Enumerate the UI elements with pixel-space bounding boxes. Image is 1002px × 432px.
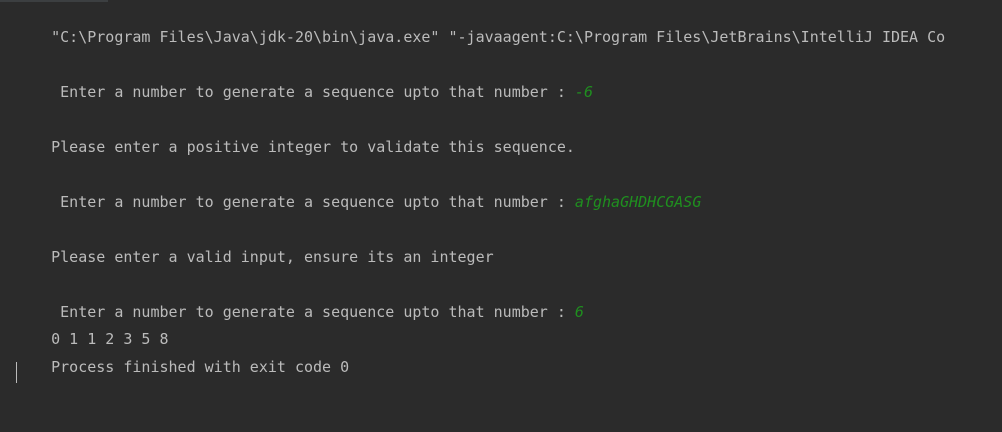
prompt-line-1: Enter a number to generate a sequence up… <box>15 62 593 101</box>
error-message-2: Please enter a valid input, ensure its a… <box>15 227 494 266</box>
error-message-text-1: Please enter a positive integer to valid… <box>51 138 575 156</box>
error-message-text-2: Please enter a valid input, ensure its a… <box>51 248 494 266</box>
prompt-text-1: Enter a number to generate a sequence up… <box>51 83 575 101</box>
command-line-text: "C:\Program Files\Java\jdk-20\bin\java.e… <box>51 28 946 46</box>
exit-message-text: Process finished with exit code 0 <box>51 358 350 376</box>
text-caret[interactable] <box>16 362 17 383</box>
run-console[interactable]: "C:\Program Files\Java\jdk-20\bin\java.e… <box>0 0 1002 432</box>
user-input-2: afghaGHDHCGASG <box>574 193 702 211</box>
prompt-line-3: Enter a number to generate a sequence up… <box>15 282 584 321</box>
exit-message: Process finished with exit code 0 <box>15 337 349 376</box>
command-line: "C:\Program Files\Java\jdk-20\bin\java.e… <box>15 7 945 46</box>
user-input-1: -6 <box>574 83 593 101</box>
sequence-output: 0 1 1 2 3 5 8 <box>15 309 168 348</box>
prompt-line-2: Enter a number to generate a sequence up… <box>15 172 701 211</box>
prompt-text-2: Enter a number to generate a sequence up… <box>51 193 575 211</box>
console-top-divider <box>0 0 108 2</box>
user-input-3: 6 <box>574 303 584 321</box>
error-message-1: Please enter a positive integer to valid… <box>15 117 575 156</box>
